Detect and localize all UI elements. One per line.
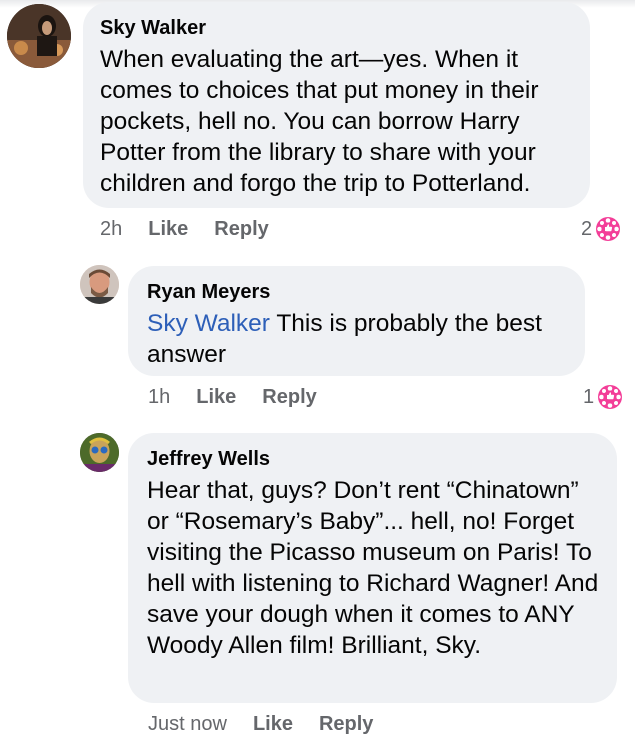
like-button[interactable]: Like — [196, 386, 236, 409]
comment-timestamp[interactable]: Just now — [148, 713, 227, 736]
comment-timestamp[interactable]: 1h — [148, 386, 170, 409]
reply-button[interactable]: Reply — [214, 218, 268, 241]
profile-photo-icon — [80, 265, 119, 304]
reaction-summary[interactable]: 2 — [581, 216, 621, 242]
reply-button[interactable]: Reply — [319, 713, 373, 736]
love-reaction-icon — [598, 385, 623, 409]
comment-actions: Just now Like Reply — [148, 713, 373, 736]
comment-author[interactable]: Jeffrey Wells — [147, 447, 599, 471]
mention-link[interactable]: Sky Walker — [147, 310, 270, 337]
comment-text: Hear that, guys? Don’t rent “Chinatown” … — [147, 477, 599, 659]
comment-text: When evaluating the art—yes. When it com… — [100, 46, 539, 197]
reaction-count: 2 — [581, 217, 593, 240]
reply-button[interactable]: Reply — [262, 386, 316, 409]
like-button[interactable]: Like — [253, 713, 293, 736]
comment-author[interactable]: Ryan Meyers — [147, 280, 567, 304]
comment-actions: 2h Like Reply — [100, 218, 269, 241]
profile-photo-icon — [80, 433, 119, 472]
avatar[interactable] — [80, 433, 119, 472]
reaction-count: 1 — [583, 385, 595, 408]
comment-author[interactable]: Sky Walker — [100, 16, 572, 40]
love-reaction-icon — [596, 217, 621, 241]
avatar[interactable] — [80, 265, 119, 304]
comment-timestamp[interactable]: 2h — [100, 218, 122, 241]
avatar[interactable] — [7, 4, 71, 68]
reaction-summary[interactable]: 1 — [583, 384, 623, 410]
comment-text-container: Sky Walker This is probably the best ans… — [147, 308, 567, 370]
like-button[interactable]: Like — [148, 218, 188, 241]
profile-photo-icon — [7, 4, 71, 68]
comment-bubble: Jeffrey Wells Hear that, guys? Don’t ren… — [128, 433, 617, 703]
comment-bubble: Sky Walker When evaluating the art—yes. … — [83, 2, 590, 208]
comment-actions: 1h Like Reply — [148, 386, 317, 409]
comment-bubble: Ryan Meyers Sky Walker This is probably … — [128, 266, 585, 376]
